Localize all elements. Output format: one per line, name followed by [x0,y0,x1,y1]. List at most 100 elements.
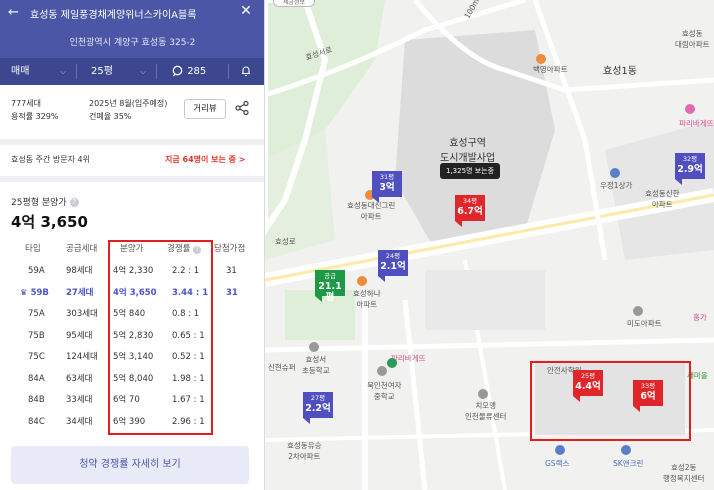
map-label: 효성동신한 아파트 [645,189,680,209]
highlight-box [108,240,213,435]
cell-type: 59A [28,266,45,276]
cell-supply: 124세대 [66,352,98,362]
filter-bar: 매매 ⌵ 25평 ⌵ 285 [0,58,264,85]
apartment-pin[interactable] [536,54,546,64]
map-label: 효성동대신그린 아파트 [347,201,396,221]
move-in-date: 2025년 8월(입주예정) [89,99,168,108]
competition-detail-button[interactable]: 청약 경쟁률 자세히 보기 [11,446,249,484]
visit-rank-row[interactable]: 효성동 주간 방문자 4위 지금 64명이 보는 중 > [0,150,264,168]
viewers-tooltip: 1,325명 보는중 [440,163,501,179]
marker-size: 27평 [310,394,326,402]
complex-title: 효성동 제일풍경채계양위너스카이A블록 [30,10,197,21]
bell-icon[interactable] [240,58,252,85]
marker-price: 21.1평 [318,281,342,303]
map-label: 미도아파트 [627,319,662,328]
complex-address: 인천광역시 계양구 효성동 325-2 [69,38,196,48]
building-pin[interactable] [478,389,488,399]
map-view[interactable]: 세금정보 효성1동 효성구역 도시개발사업 백영아파트 효성동대신그린 아파트 … [265,0,714,490]
trade-type-label: 매매 [11,66,30,77]
cell-type: 75C [28,352,45,362]
current-viewers[interactable]: 지금 64명이 보는 중 > [165,154,246,165]
highlight-box [530,361,691,441]
price-marker[interactable]: 31평 3억 [372,171,402,203]
back-icon[interactable]: ← [8,5,22,20]
map-label: 효성하나 아파트 [353,289,381,309]
help-icon[interactable]: ? [69,198,79,207]
cell-supply: 98세대 [66,266,93,276]
cell-score: 31 [226,266,237,276]
cell-type: 84A [28,373,45,384]
map-label: 치오맹 인천물류센터 [465,401,507,421]
marker-price: 2.1억 [380,261,406,272]
filter-divider [228,64,229,79]
price-marker[interactable]: 34평 6.7억 [455,195,485,227]
household-count: 777세대 [11,99,41,108]
sale-price: 4억 3,650 [11,213,88,231]
mart-pin[interactable] [387,358,397,368]
search-icon [172,65,183,77]
map-label: 홍가 [693,313,707,322]
cell-score: 31 [226,287,238,298]
marker-price: 2.9억 [677,164,703,175]
map-label: 신현슈퍼 [268,363,296,372]
map-label: 효성구역 도시개발사업 [440,138,496,164]
street-view-button[interactable]: 거리뷰 [184,99,226,119]
apartment-pin[interactable] [633,306,643,316]
shop-pin[interactable] [610,168,620,178]
cell-supply: 34세대 [66,416,93,427]
price-marker[interactable]: 32평 2.9억 [675,153,705,185]
size-label: 25평 [91,66,113,77]
map-type-button[interactable]: 세금정보 [273,0,315,7]
trade-type-filter[interactable]: 매매 [11,58,29,85]
marker-size: 32평 [682,155,698,163]
school-pin[interactable] [377,366,387,376]
map-label: 우정1상가 [600,181,633,190]
cell-type: 84C [28,416,45,427]
chevron-down-icon: ⌵ [140,67,147,76]
filter-divider [76,64,77,79]
cell-supply: 63세대 [66,373,93,384]
map-label: SK앤크린 [613,459,644,468]
marker-size: 24평 [385,252,401,260]
marker-price: 2.2억 [305,403,331,414]
apartment-pin[interactable] [357,276,367,286]
cell-supply: 33세대 [66,395,93,405]
filter-divider [156,64,157,79]
map-label: 효성1동 [603,66,637,77]
cell-supply: 303세대 [66,309,98,319]
marker-size: 34평 [462,197,478,205]
map-label: 효성동유승 2차아파트 [287,441,322,461]
detail-panel: ← 효성동 제일풍경채계양위너스카이A블록 ✕ 인천광역시 계양구 효성동 32… [0,0,265,490]
bakery-pin[interactable] [685,104,695,114]
map-label: GS랙스 [545,459,570,468]
col-type: 타입 [25,244,41,254]
close-icon[interactable]: ✕ [237,3,255,19]
cell-type: 75B [28,330,45,341]
sale-price-title: 25평형 분양가 [11,198,67,208]
cell-supply: 27세대 [66,287,94,298]
marker-price: 3억 [379,182,395,193]
shop-pin[interactable] [555,445,565,455]
size-filter[interactable]: 25평 [91,58,113,85]
map-label: 백영아파트 [533,65,568,74]
price-marker[interactable]: 24평 2.1억 [378,250,408,282]
search-count: 285 [187,66,207,77]
share-icon[interactable] [234,100,250,116]
cell-type: 75A [28,309,45,319]
map-label: 효성서 초등학교 [302,355,330,375]
chevron-down-icon: ⌵ [60,67,67,76]
marker-price: 6.7억 [457,206,483,217]
search-count-button[interactable]: 285 [172,58,206,85]
cell-type: ♛ 59B [20,287,49,298]
map-label: 효성동 대림아파트 [675,29,710,49]
map-label: 파리바게뜨 [679,119,714,128]
panel-header: ← 효성동 제일풍경채계양위너스카이A블록 ✕ 인천광역시 계양구 효성동 32… [0,0,264,58]
shop-pin[interactable] [621,445,631,455]
building-coverage: 건폐율 35% [89,112,132,121]
price-marker[interactable]: 27평 2.2억 [303,392,333,424]
col-supply: 공급세대 [66,244,98,254]
price-marker[interactable]: 공급 21.1평 [315,270,345,303]
complex-info: 777세대 용적률 329% 2025년 8월(입주예정) 건폐율 35% 거리… [0,92,264,134]
sale-price-label: 25평형 분양가 ? [11,195,79,208]
school-pin[interactable] [309,342,319,352]
